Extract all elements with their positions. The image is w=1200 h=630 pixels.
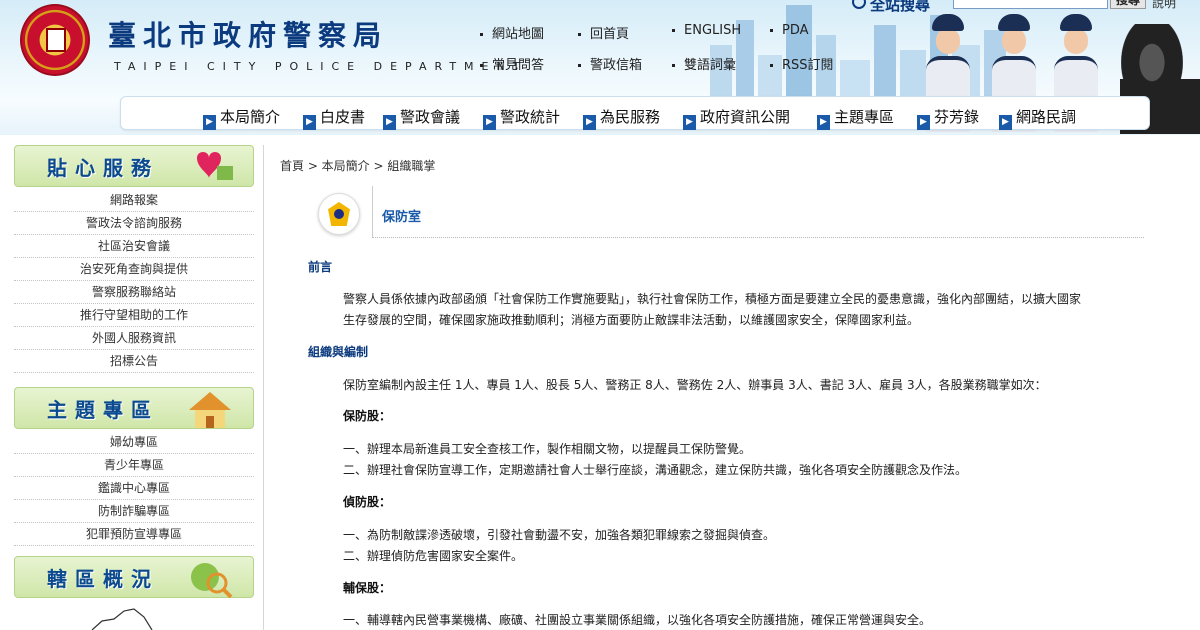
search-help-link[interactable]: 說明 bbox=[1152, 0, 1176, 11]
link-sitemap[interactable]: 網站地圖 bbox=[480, 23, 544, 42]
sidebar-item-service-station[interactable]: 警察服務聯絡站 bbox=[14, 281, 254, 304]
sidebar-heading-jurisdiction: 轄區概況 bbox=[14, 556, 254, 599]
sidebar: 貼心服務 網路報案 警政法令諮詢服務 社區治安會議 治安死角查詢與提供 警察服務… bbox=[14, 145, 254, 630]
link-english[interactable]: ENGLISH bbox=[672, 23, 741, 38]
duty-line: 二、辦理社會保防宣導工作，定期邀請社會人士舉行座談，溝通觀念，建立保防共識，強化… bbox=[343, 463, 968, 477]
duty-line: 二、辦理偵防危害國家安全案件。 bbox=[343, 549, 524, 563]
link-pda[interactable]: PDA bbox=[770, 23, 809, 38]
arrow-icon: ▶ bbox=[683, 115, 696, 130]
sidebar-item-forensics[interactable]: 鑑識中心專區 bbox=[14, 477, 254, 500]
site-title: 臺北市政府警察局 bbox=[108, 19, 389, 52]
link-mailbox[interactable]: 警政信箱 bbox=[578, 54, 642, 73]
sidebar-item-foreigner-info[interactable]: 外國人服務資訊 bbox=[14, 327, 254, 350]
link-rss[interactable]: RSS訂閱 bbox=[770, 54, 834, 73]
search-button[interactable]: 搜尋 bbox=[1110, 0, 1146, 9]
house-icon bbox=[189, 392, 231, 428]
heading-intro: 前言 bbox=[308, 260, 333, 274]
duty-line: 一、為防制敵諜滲透破壞，引發社會動盪不安，加強各類犯罪線索之發掘與偵查。 bbox=[343, 528, 776, 542]
sidebar-item-neighborhood-watch[interactable]: 推行守望相助的工作 bbox=[14, 304, 254, 327]
duty-line: 一、辦理本局新進員工安全查核工作，製作相關文物，以提醒員工保防警覺。 bbox=[343, 442, 752, 456]
main-nav: ▶ 本局簡介 ▶ 白皮書 ▶ 警政會議 ▶ 警政統計 ▶ 為民服務 ▶ 政府資訊公開 ▶ 主題… bbox=[120, 96, 1150, 130]
heart-gift-icon bbox=[197, 152, 233, 180]
link-bilingual-glossary[interactable]: 雙語詞彙 bbox=[672, 54, 736, 73]
arrow-icon: ▶ bbox=[203, 115, 216, 130]
arrow-icon: ▶ bbox=[999, 115, 1012, 130]
arrow-icon: ▶ bbox=[917, 115, 930, 130]
care-services-list: 網路報案 警政法令諮詢服務 社區治安會議 治安死角查詢與提供 警察服務聯絡站 推… bbox=[14, 189, 254, 373]
nav-item-public-service[interactable]: ▶ 為民服務 bbox=[583, 106, 660, 130]
sidebar-heading-topics: 主題專區 bbox=[14, 387, 254, 429]
sidebar-heading-care-services: 貼心服務 bbox=[14, 145, 254, 187]
nav-item-topics[interactable]: ▶ 主題專區 bbox=[817, 106, 894, 130]
site-subtitle: TAIPEI CITY POLICE DEPARTMENT bbox=[114, 60, 528, 73]
globe-magnifier-icon bbox=[191, 563, 233, 599]
link-faq[interactable]: 常見問答 bbox=[480, 54, 544, 73]
nav-item-fragrance-record[interactable]: ▶ 芬芳錄 bbox=[917, 106, 979, 130]
sidebar-item-community-meeting[interactable]: 社區治安會議 bbox=[14, 235, 254, 258]
nav-item-statistics[interactable]: ▶ 警政統計 bbox=[483, 106, 560, 130]
section-title-investigation: 偵防股： bbox=[343, 495, 392, 509]
topics-list: 婦幼專區 青少年專區 鑑識中心專區 防制詐騙專區 犯罪預防宣導專區 bbox=[14, 431, 254, 546]
link-home[interactable]: 回首頁 bbox=[578, 23, 629, 42]
sidebar-item-blind-spot[interactable]: 治安死角查詢與提供 bbox=[14, 258, 254, 281]
police-badge-icon bbox=[318, 193, 360, 235]
arrow-icon: ▶ bbox=[583, 115, 596, 130]
search-label: 全站搜尋 bbox=[870, 0, 931, 14]
sidebar-item-youth[interactable]: 青少年專區 bbox=[14, 454, 254, 477]
title-frame bbox=[372, 186, 1144, 238]
arrow-icon: ▶ bbox=[483, 115, 496, 130]
arrow-icon: ▶ bbox=[303, 115, 316, 130]
search-input[interactable] bbox=[953, 0, 1108, 9]
arrow-icon: ▶ bbox=[383, 115, 396, 130]
nav-item-about[interactable]: ▶ 本局簡介 bbox=[203, 106, 280, 130]
breadcrumb[interactable]: 首頁 > 本局簡介 > 組織職掌 bbox=[280, 157, 435, 174]
intro-paragraph-line: 警察人員係依據內政部函頒「社會保防工作實施要點」，執行社會保防工作，積極方面是要… bbox=[343, 292, 1082, 306]
arrow-icon: ▶ bbox=[817, 115, 830, 130]
section-title-protection: 保防股： bbox=[343, 409, 392, 423]
police-department-logo[interactable] bbox=[20, 4, 90, 76]
section-title-guidance: 輔保股： bbox=[343, 581, 392, 595]
sidebar-item-law-consult[interactable]: 警政法令諮詢服務 bbox=[14, 212, 254, 235]
intro-paragraph-line: 生存發展的空間，確保國家施政推動順利；消極方面要防止敵諜非法活動，以維護國家安全… bbox=[343, 313, 920, 327]
nav-item-police-meetings[interactable]: ▶ 警政會議 bbox=[383, 106, 460, 130]
sidebar-item-anti-fraud[interactable]: 防制詐騙專區 bbox=[14, 500, 254, 523]
nav-item-gov-info[interactable]: ▶ 政府資訊公開 bbox=[683, 106, 790, 130]
jurisdiction-map[interactable] bbox=[14, 605, 254, 630]
map-outline bbox=[91, 608, 153, 630]
column-divider bbox=[263, 145, 264, 630]
sidebar-item-online-report[interactable]: 網路報案 bbox=[14, 189, 254, 212]
sidebar-item-crime-prevention[interactable]: 犯罪預防宣導專區 bbox=[14, 523, 254, 546]
sidebar-item-women-children[interactable]: 婦幼專區 bbox=[14, 431, 254, 454]
sidebar-item-tender[interactable]: 招標公告 bbox=[14, 350, 254, 373]
duty-line: 一、輔導轄內民營事業機構、廠礦、社團設立事業關係組織，以強化各項安全防護措施，確… bbox=[343, 613, 932, 627]
heading-organization: 組織與編制 bbox=[308, 345, 369, 359]
organization-paragraph: 保防室編制內設主任 1人、專員 1人、股長 5人、警務正 8人、警務佐 2人、辦… bbox=[343, 378, 1047, 392]
page-title: 保防室 bbox=[382, 210, 422, 225]
nav-item-white-paper[interactable]: ▶ 白皮書 bbox=[303, 106, 365, 130]
nav-item-online-poll[interactable]: ▶ 網路民調 bbox=[999, 106, 1076, 130]
